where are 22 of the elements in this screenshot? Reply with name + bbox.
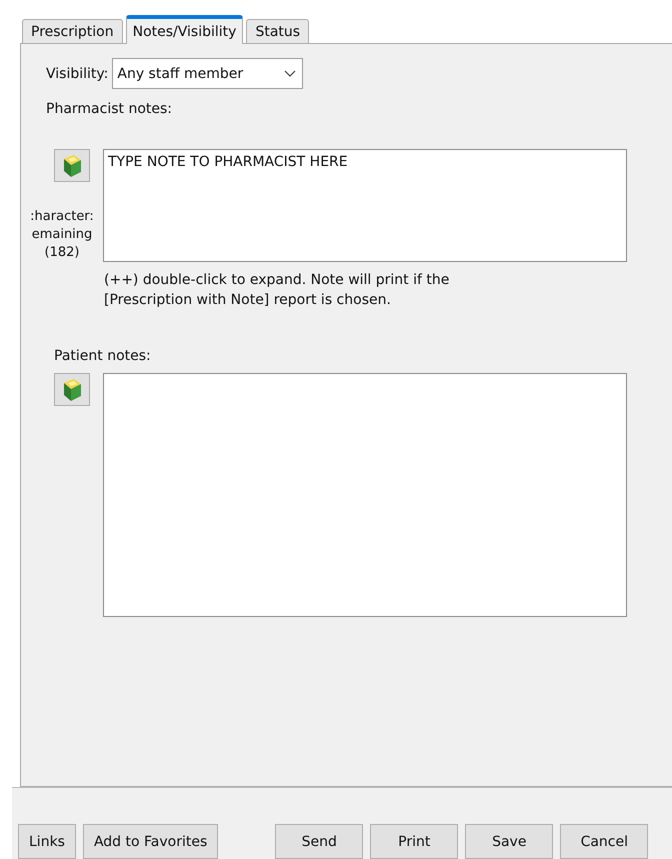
action-button[interactable]: Print [370, 824, 458, 859]
toolbar-button[interactable]: Links [18, 824, 76, 859]
action-button[interactable]: Save [465, 824, 554, 859]
tab[interactable]: Status [246, 19, 310, 43]
book-button[interactable] [54, 373, 90, 406]
patient-notes-label: Patient notes: [54, 348, 151, 364]
action-button[interactable]: Cancel [560, 824, 648, 859]
tab[interactable]: Prescription [22, 19, 123, 43]
visibility-label: Visibility: [46, 66, 108, 82]
book-button[interactable] [54, 149, 90, 182]
patient-notes-field[interactable] [103, 373, 627, 617]
action-button[interactable]: Send [275, 824, 364, 859]
visibility-dropdown[interactable]: Any staff member [112, 58, 304, 89]
characters-remaining-text: :haracter: emaining (182) [29, 208, 95, 262]
pharmacist-notes-label: Pharmacist notes: [46, 101, 172, 117]
tab[interactable]: Notes/Visibility [126, 15, 244, 44]
pharmacist-notes-field[interactable]: TYPE NOTE TO PHARMACIST HERE [103, 149, 627, 262]
toolbar-button[interactable]: Add to Favorites [82, 824, 218, 859]
book-icon [61, 154, 83, 178]
hint-text: (++) double-click to expand. Note will print if the [Prescription with Note] report is chosen. [104, 271, 450, 310]
book-icon [61, 378, 83, 402]
chevron-down-icon [284, 70, 296, 78]
